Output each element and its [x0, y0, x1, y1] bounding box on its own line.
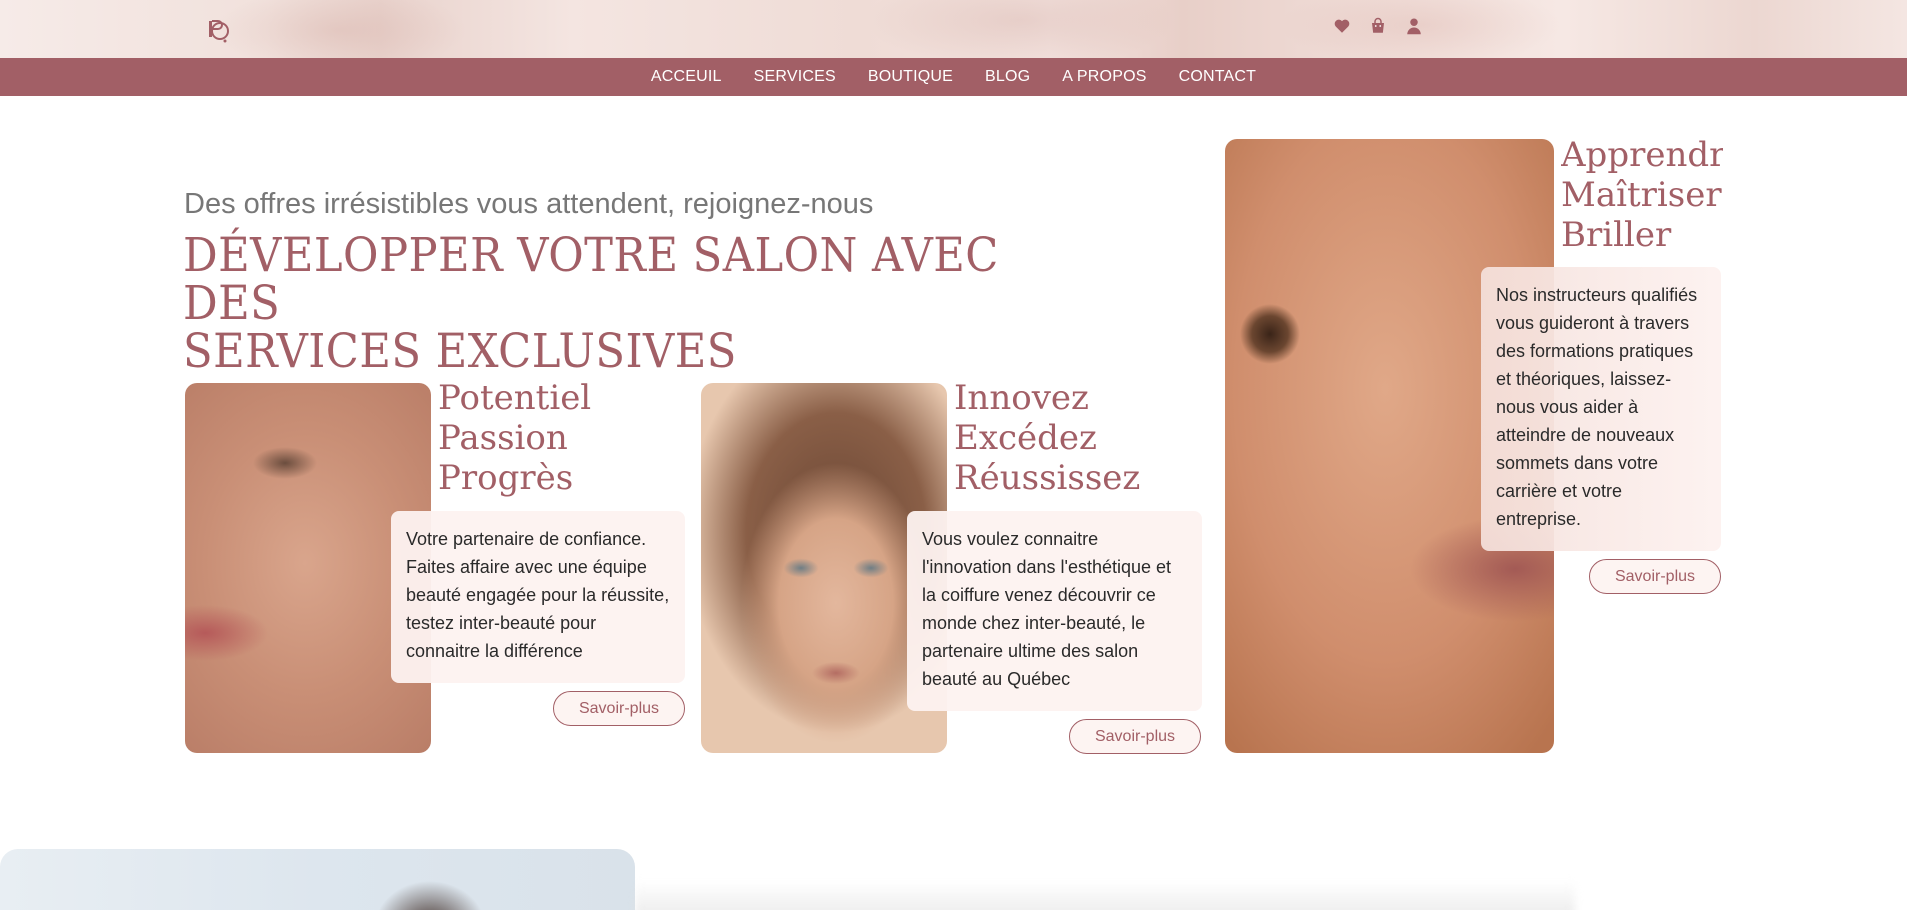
header-banner [0, 0, 1907, 58]
card-1-title: Potentiel Passion Progrès [438, 378, 591, 498]
card-2-title-line: Excédez [954, 418, 1097, 458]
next-section-shadow [635, 880, 1575, 910]
user-icon[interactable] [1405, 17, 1423, 35]
shopping-bag-icon[interactable] [1369, 17, 1387, 35]
card-3-title-line: Briller [1561, 215, 1672, 255]
card-2-text: Vous voulez connaitre l'innovation dans … [907, 511, 1202, 711]
card-1-text: Votre partenaire de confiance. Faites af… [391, 511, 685, 683]
logo-icon[interactable] [205, 16, 233, 44]
card-2-title-line: Innovez [954, 378, 1089, 418]
nav-item-contact[interactable]: CONTACT [1179, 68, 1257, 86]
card-1-title-line: Potentiel [438, 378, 592, 418]
heart-icon[interactable] [1333, 17, 1351, 35]
hero-headline-line-1: DÉVELOPPER VOTRE SALON AVEC DES [183, 228, 999, 331]
hero-headline-line-2: SERVICES EXCLUSIVES [183, 324, 737, 379]
hero-subtitle: Des offres irrésistibles vous attendent,… [184, 188, 874, 220]
nav-item-acceuil[interactable]: ACCEUIL [651, 68, 722, 86]
card-2-title: Innovez Excédez Réussissez [954, 378, 1140, 498]
nav-item-services[interactable]: SERVICES [754, 68, 836, 86]
main-nav: ACCEUIL SERVICES BOUTIQUE BLOG A PROPOS … [0, 58, 1907, 96]
header-icons [1333, 17, 1423, 35]
card-3-text: Nos instructeurs qualifiés vous guideron… [1481, 267, 1721, 551]
nav-item-boutique[interactable]: BOUTIQUE [868, 68, 953, 86]
nav-item-a-propos[interactable]: A PROPOS [1062, 68, 1146, 86]
card-3-title: Apprendre Maîtriser Briller [1561, 135, 1723, 255]
nav-item-blog[interactable]: BLOG [985, 68, 1030, 86]
card-3-savoir-plus-button[interactable]: Savoir-plus [1589, 559, 1721, 594]
card-2-title-line: Réussissez [954, 458, 1141, 498]
card-2-savoir-plus-button[interactable]: Savoir-plus [1069, 719, 1201, 754]
card-1-title-line: Progrès [438, 458, 574, 498]
hero-headline: DÉVELOPPER VOTRE SALON AVEC DES SERVICES… [183, 232, 1048, 376]
card-1-title-line: Passion [438, 418, 568, 458]
card-3-title-line: Apprendre [1561, 135, 1723, 175]
card-1-savoir-plus-button[interactable]: Savoir-plus [553, 691, 685, 726]
card-3-title-line: Maîtriser [1561, 175, 1722, 215]
next-section-photo [0, 849, 635, 910]
